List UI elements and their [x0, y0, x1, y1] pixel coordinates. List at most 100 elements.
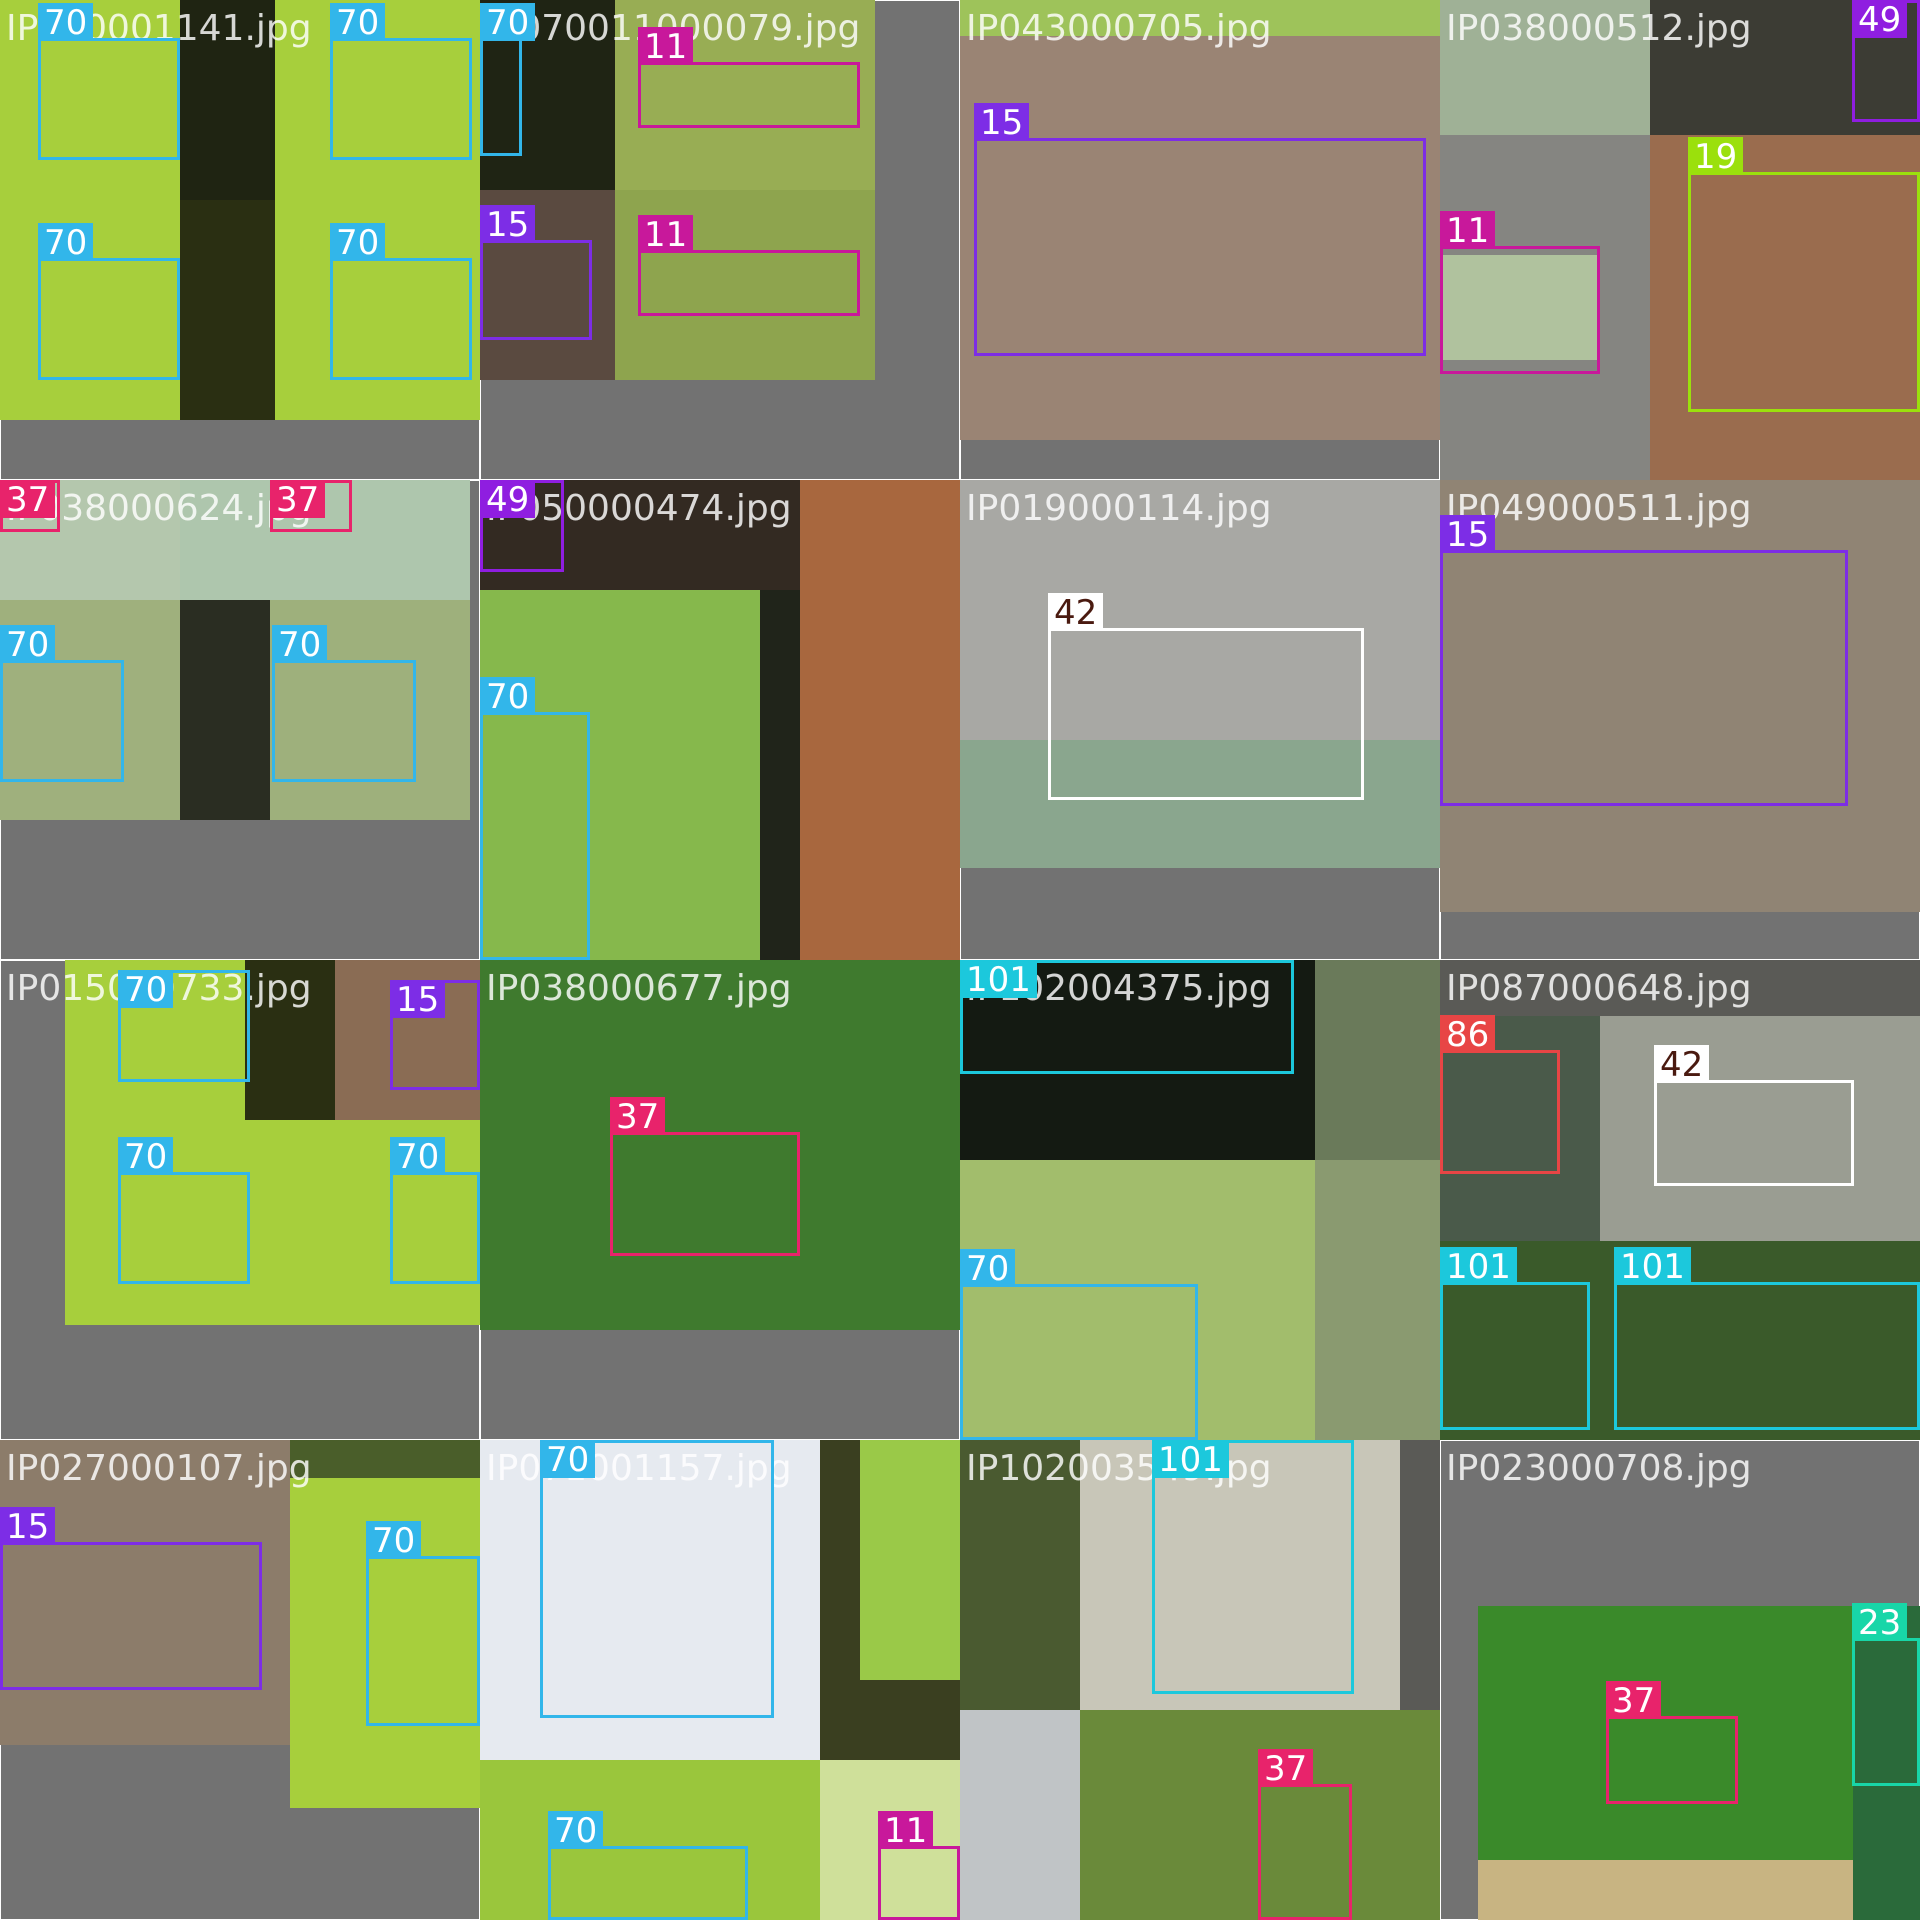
mosaic-tile: IP070011000079.jpg70111511	[480, 0, 960, 480]
photo-region	[1400, 1440, 1440, 1710]
detection-box: 11	[1440, 211, 1600, 374]
detection-box: 70	[540, 1440, 774, 1718]
class-label: 70	[480, 3, 536, 43]
class-label: 37	[270, 480, 326, 520]
class-label: 37	[610, 1097, 666, 1137]
mosaic-tile: IP023000708.jpg 37 23	[1440, 1440, 1920, 1920]
class-label: 70	[366, 1521, 422, 1561]
mosaic-tile: IP049000511.jpg 15	[1440, 480, 1920, 960]
class-label: 11	[638, 27, 694, 67]
mosaic-tile: IP102004375.jpg 101 70	[960, 960, 1440, 1440]
class-label: 42	[1654, 1045, 1710, 1085]
detection-box: 15	[0, 1507, 262, 1690]
class-label: 15	[974, 103, 1030, 143]
detection-box: 101	[1614, 1247, 1920, 1430]
mosaic-grid: IP070001141.jpg70707070IP070011000079.jp…	[0, 0, 1920, 1920]
class-label: 70	[38, 223, 94, 263]
detection-box: 11	[638, 215, 860, 316]
detection-box: 70	[390, 1137, 480, 1284]
detection-box: 70	[118, 1137, 250, 1284]
detection-box: 101	[960, 960, 1294, 1074]
class-label: 70	[960, 1249, 1016, 1289]
class-label: 101	[1440, 1247, 1517, 1287]
mosaic-tile: IP038000512.jpg 49 19 11	[1440, 0, 1920, 480]
class-label: 11	[878, 1811, 934, 1851]
class-label: 86	[1440, 1015, 1496, 1055]
detection-box: 70	[38, 223, 180, 380]
detection-box: 49	[1852, 0, 1920, 122]
class-label: 11	[638, 215, 694, 255]
class-label: 70	[390, 1137, 446, 1177]
tile-filename: IP023000708.jpg	[1446, 1448, 1752, 1489]
mosaic-tile: IP071001157.jpg 70 70 11	[480, 1440, 960, 1920]
detection-box: 37	[270, 480, 352, 532]
detection-box: 11	[638, 27, 860, 128]
tile-filename: IP043000705.jpg	[966, 8, 1272, 49]
detection-box: 86	[1440, 1015, 1560, 1174]
class-label: 101	[1614, 1247, 1691, 1287]
detection-box: 15	[480, 205, 592, 340]
class-label: 70	[330, 223, 386, 263]
detection-box: 42	[1654, 1045, 1854, 1186]
detection-box: 42	[1048, 593, 1364, 800]
class-label: 23	[1852, 1603, 1908, 1643]
photo-region	[290, 1440, 480, 1478]
class-label: 37	[1258, 1749, 1314, 1789]
detection-box: 70	[330, 3, 472, 160]
class-label: 11	[1440, 211, 1496, 251]
class-label: 70	[330, 3, 386, 43]
class-label: 37	[0, 480, 56, 520]
mosaic-tile: IP038000677.jpg 37	[480, 960, 960, 1440]
photo-region	[860, 1440, 960, 1680]
class-label: 70	[548, 1811, 604, 1851]
detection-box: 70	[366, 1521, 480, 1726]
class-label: 70	[540, 1440, 596, 1480]
detection-box: 15	[390, 980, 480, 1090]
photo-region	[760, 590, 800, 960]
class-label: 15	[480, 205, 536, 245]
mosaic-tile: IP087000648.jpg 86 42 101 101	[1440, 960, 1920, 1440]
mosaic-tile: IP070001141.jpg 70 70 70 70	[0, 0, 480, 480]
detection-box: 70	[272, 625, 416, 782]
class-label: 37	[1606, 1681, 1662, 1721]
detection-box: 37	[1258, 1749, 1352, 1920]
detection-box: 37	[610, 1097, 800, 1256]
detection-box: 101	[1440, 1247, 1590, 1430]
detection-box: 70	[330, 223, 472, 380]
class-label: 42	[1048, 593, 1104, 633]
mosaic-tile: IP050000474.jpg 49 70	[480, 480, 960, 960]
detection-box: 37	[0, 480, 60, 532]
photo-region	[1315, 1160, 1440, 1440]
detection-box: 70	[0, 625, 124, 782]
class-label: 19	[1688, 137, 1744, 177]
detection-box: 101	[1152, 1440, 1354, 1694]
class-label: 49	[480, 480, 536, 520]
detection-box: 70	[548, 1811, 748, 1920]
photo-region	[180, 600, 270, 820]
mosaic-tile: IP038000624.jpg 37 37 70 70	[0, 480, 480, 960]
tile-filename: IP019000114.jpg	[966, 488, 1272, 529]
detection-box: 23	[1852, 1603, 1920, 1786]
detection-box: 70	[118, 970, 250, 1082]
class-label: 15	[0, 1507, 56, 1547]
detection-box: 15	[1440, 515, 1848, 806]
class-label: 101	[960, 960, 1037, 1000]
mosaic-tile: IP027000107.jpg 15 70	[0, 1440, 480, 1920]
detection-box: 49	[480, 480, 564, 572]
detection-box: 15	[974, 103, 1426, 356]
photo-region	[800, 480, 960, 960]
mosaic-tile: IP019000114.jpg 42	[960, 480, 1440, 960]
class-label: 70	[272, 625, 328, 665]
class-label: 70	[480, 677, 536, 717]
detection-box: 37	[1606, 1681, 1738, 1804]
tile-filename: IP027000107.jpg	[6, 1448, 312, 1489]
class-label: 101	[1152, 1440, 1229, 1480]
tile-filename: IP038000512.jpg	[1446, 8, 1752, 49]
mosaic-tile: IP043000705.jpg 15	[960, 0, 1440, 480]
detection-box: 19	[1688, 137, 1920, 412]
photo-region	[1478, 1860, 1853, 1920]
mosaic-tile: IP015000733.jpg70157070	[0, 960, 480, 1440]
tile-filename: IP038000677.jpg	[486, 968, 792, 1009]
tile-filename: IP087000648.jpg	[1446, 968, 1752, 1009]
detection-box: 11	[878, 1811, 960, 1920]
